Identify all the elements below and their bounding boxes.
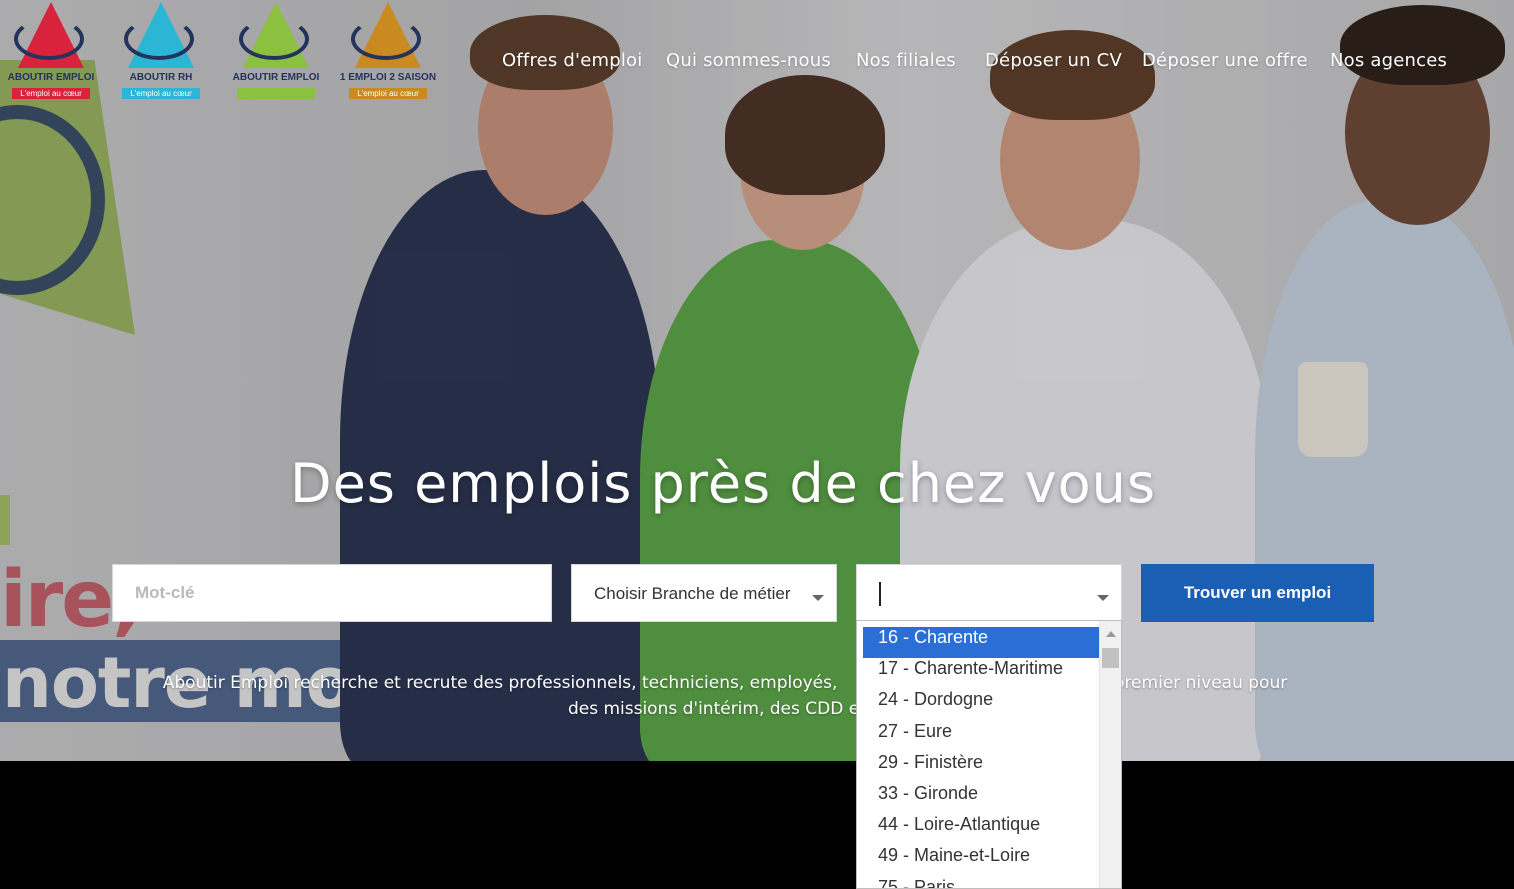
logo-ring-icon bbox=[14, 18, 84, 60]
dropdown-option[interactable]: 29 - Finistère bbox=[863, 752, 1099, 783]
department-select[interactable] bbox=[856, 564, 1122, 622]
hero-section: ire, notre moteur ! bbox=[0, 0, 1514, 761]
chevron-down-icon bbox=[812, 595, 824, 601]
logo-tagline: L'emploi au cœur bbox=[349, 88, 427, 99]
description-line-2: des missions d'intérim, des CDD et d bbox=[567, 699, 883, 719]
department-dropdown-list: 16 - Charente 17 - Charente-Maritime 24 … bbox=[856, 620, 1122, 889]
branch-select-value: Choisir Branche de métier bbox=[594, 584, 791, 603]
logo-tagline bbox=[237, 88, 315, 99]
logo-aboutir-emploi[interactable]: ABOUTIR EMPLOI L'emploi au cœur bbox=[0, 0, 106, 102]
text-cursor bbox=[879, 582, 881, 606]
scrollbar-thumb[interactable] bbox=[1102, 648, 1119, 668]
dropdown-option[interactable]: 75 - Paris bbox=[863, 877, 1099, 889]
nav-offres-emploi[interactable]: Offres d'emploi bbox=[502, 50, 642, 71]
dropdown-option[interactable]: 17 - Charente-Maritime bbox=[863, 658, 1099, 689]
nav-nos-agences[interactable]: Nos agences bbox=[1330, 50, 1447, 71]
keyword-field bbox=[112, 564, 552, 622]
nav-qui-sommes-nous[interactable]: Qui sommes-nous bbox=[666, 50, 831, 71]
logo-tagline: L'emploi au cœur bbox=[12, 88, 90, 99]
keyword-input[interactable] bbox=[113, 565, 551, 621]
dropdown-option[interactable]: 44 - Loire-Atlantique bbox=[863, 814, 1099, 845]
logo-aboutir-emploi-green[interactable]: ABOUTIR EMPLOI bbox=[221, 0, 331, 102]
description-line-1: Aboutir Emploi recherche et recrute des … bbox=[162, 673, 1288, 693]
dropdown-option[interactable]: 49 - Maine-et-Loire bbox=[863, 845, 1099, 876]
hero-description: Aboutir Emploi recherche et recrute des … bbox=[120, 670, 1330, 722]
logo-aboutir-rh[interactable]: ABOUTIR RH L'emploi au cœur bbox=[106, 0, 216, 102]
scroll-up-arrow-icon[interactable] bbox=[1106, 631, 1116, 637]
dropdown-option[interactable]: 33 - Gironde bbox=[863, 783, 1099, 814]
nav-deposer-cv[interactable]: Déposer un CV bbox=[985, 50, 1122, 71]
dropdown-option[interactable]: 16 - Charente bbox=[863, 627, 1099, 659]
logo-tagline: L'emploi au cœur bbox=[122, 88, 200, 99]
logo-name: ABOUTIR EMPLOI bbox=[7, 72, 95, 83]
logo-ring-icon bbox=[124, 18, 194, 60]
logo-name: ABOUTIR RH bbox=[129, 72, 193, 83]
dropdown-option[interactable]: 24 - Dordogne bbox=[863, 689, 1099, 720]
dropdown-option[interactable]: 27 - Eure bbox=[863, 721, 1099, 752]
logo-ring-icon bbox=[351, 18, 421, 60]
hero-headline: Des emplois près de chez vous bbox=[289, 452, 1157, 515]
nav-deposer-offre[interactable]: Déposer une offre bbox=[1142, 50, 1308, 71]
logo-ring-icon bbox=[239, 18, 309, 60]
dropdown-scrollbar[interactable] bbox=[1099, 621, 1121, 888]
chevron-down-icon bbox=[1097, 595, 1109, 601]
logo-1-emploi-2-saison[interactable]: 1 EMPLOI 2 SAISON L'emploi au cœur bbox=[333, 0, 443, 102]
logo-name: ABOUTIR EMPLOI bbox=[232, 72, 320, 83]
branch-select[interactable]: Choisir Branche de métier bbox=[571, 564, 837, 622]
hero-overlay bbox=[0, 0, 1514, 761]
find-job-button[interactable]: Trouver un emploi bbox=[1141, 564, 1374, 622]
logo-name: 1 EMPLOI 2 SAISON bbox=[339, 72, 437, 83]
nav-nos-filiales[interactable]: Nos filiales bbox=[856, 50, 956, 71]
